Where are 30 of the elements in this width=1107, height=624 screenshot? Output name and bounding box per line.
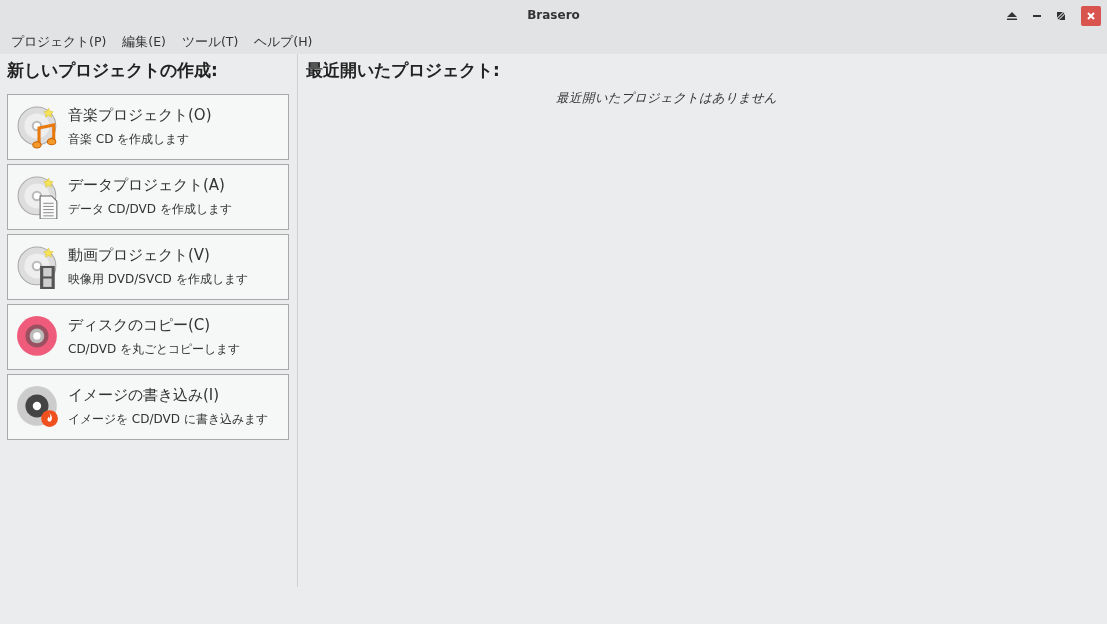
project-description: データ CD/DVD を作成します xyxy=(68,201,232,218)
project-button[interactable]: 音楽プロジェクト(O) 音楽 CD を作成します xyxy=(7,94,289,160)
menu-item[interactable]: プロジェクト(P) xyxy=(4,33,116,51)
disc-icon xyxy=(16,315,60,359)
project-title: データプロジェクト(A) xyxy=(68,176,226,195)
project-description: イメージを CD/DVD に書き込みます xyxy=(68,411,268,428)
window-title: Brasero xyxy=(527,8,580,22)
project-description: 音楽 CD を作成します xyxy=(68,131,191,148)
project-title: 音楽プロジェクト(O) xyxy=(68,106,212,125)
disc-flame-icon xyxy=(16,385,60,429)
project-title: 動画プロジェクト(V) xyxy=(68,246,211,265)
project-button[interactable]: データプロジェクト(A) データ CD/DVD を作成します xyxy=(7,164,289,230)
eject-icon[interactable] xyxy=(1007,12,1017,20)
project-title: ディスクのコピー(C) xyxy=(68,316,212,335)
empty-message: 最近開いたプロジェクトはありません xyxy=(555,90,778,107)
section-heading: 新しいプロジェクトの作成: xyxy=(7,59,219,82)
project-description: CD/DVD を丸ごとコピーします xyxy=(68,341,240,358)
project-button[interactable]: ディスクのコピー(C) CD/DVD を丸ごとコピーします xyxy=(7,304,289,370)
close-icon xyxy=(1087,12,1095,20)
close-button[interactable] xyxy=(1081,6,1101,26)
project-title: イメージの書き込み(I) xyxy=(68,386,221,405)
project-description: 映像用 DVD/SVCD を作成します xyxy=(68,271,248,288)
section-heading: 最近開いたプロジェクト: xyxy=(306,59,501,82)
document-disc-icon xyxy=(16,175,60,219)
project-button[interactable]: 動画プロジェクト(V) 映像用 DVD/SVCD を作成します xyxy=(7,234,289,300)
project-button[interactable]: イメージの書き込み(I) イメージを CD/DVD に書き込みます xyxy=(7,374,289,440)
menu-item[interactable]: ヘルプ(H) xyxy=(247,33,322,51)
menu-item[interactable]: 編集(E) xyxy=(115,33,175,51)
menu-item[interactable]: ツール(T) xyxy=(174,33,248,51)
maximize-icon[interactable] xyxy=(1057,12,1065,20)
